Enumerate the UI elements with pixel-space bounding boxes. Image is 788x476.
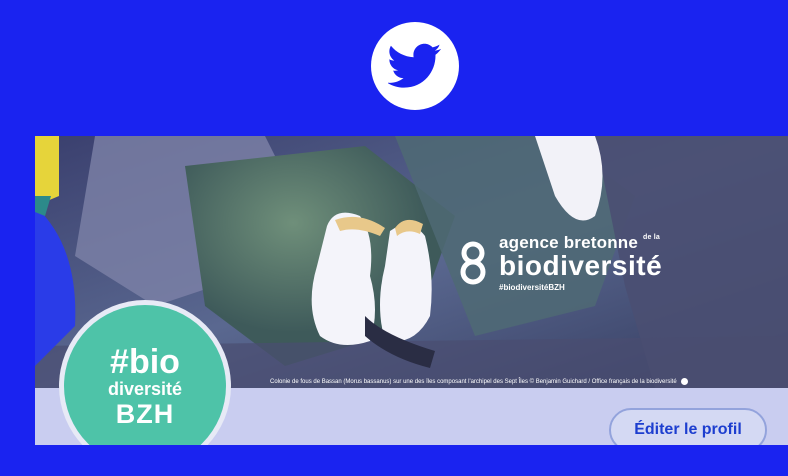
avatar-line3: BZH <box>115 398 175 429</box>
logo-line1-small: de la <box>642 234 660 241</box>
photo-caption: Colonie de fous de Bassan (Morus bassanu… <box>270 378 688 385</box>
banner-logo: agence bretonne de la biodiversité #biod… <box>455 234 662 292</box>
info-icon <box>680 378 688 385</box>
twitter-logo-badge <box>371 22 459 110</box>
avatar-line2: diversité <box>107 378 183 399</box>
profile-card: agence bretonne de la biodiversité #biod… <box>35 136 788 445</box>
logo-line2: biodiversité <box>499 250 663 281</box>
edit-profile-button[interactable]: Éditer le profil <box>609 408 767 445</box>
photo-caption-text: Colonie de fous de Bassan (Morus bassanu… <box>270 379 677 386</box>
logo-hashtag: #biodiversitéBZH <box>499 283 565 292</box>
avatar-line1: #bio <box>110 342 180 381</box>
avatar-logo: #bio diversité BZH <box>64 305 226 445</box>
twitter-bird-icon <box>388 43 442 88</box>
knot-logo-icon <box>460 241 486 285</box>
